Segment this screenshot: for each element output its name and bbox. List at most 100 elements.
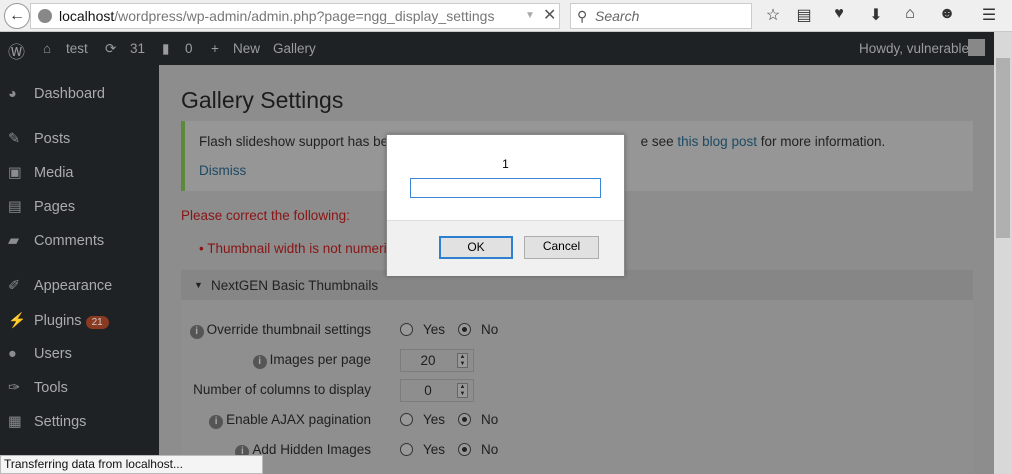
notice-text: Flash slideshow support has bee xyxy=(199,134,396,149)
error-title: Please correct the following: xyxy=(181,208,350,223)
site-link[interactable]: test xyxy=(66,41,88,56)
info-icon[interactable]: i xyxy=(209,415,224,429)
yes-label: Yes xyxy=(423,412,446,427)
bookmark-star-icon[interactable]: ☆ xyxy=(763,5,783,25)
spinner-icon[interactable]: ▲ ▼ xyxy=(457,353,468,368)
sidebar-item-settings[interactable]: ▦ Settings xyxy=(8,414,86,430)
hidden-yes-radio[interactable] xyxy=(400,443,413,456)
url-host: localhost xyxy=(59,8,115,24)
images-per-page-label: Images per page xyxy=(269,352,371,367)
ajax-row: i Enable AJAX pagination Yes No xyxy=(181,409,581,431)
notice-text-end: for more information. xyxy=(756,134,886,149)
columns-input[interactable]: 0 ▲ ▼ xyxy=(400,379,474,402)
prompt-dialog: 1 OK Cancel xyxy=(386,134,625,276)
new-link[interactable]: New xyxy=(233,41,260,56)
menu-icon[interactable]: ☰ xyxy=(979,5,999,25)
error-item: • Thumbnail width is not numeric xyxy=(199,241,394,256)
ajax-no-radio[interactable] xyxy=(458,413,471,426)
updates-icon: ⟳ xyxy=(105,41,117,56)
sidebar-item-label: Comments xyxy=(34,233,105,249)
sidebar-item-label: Settings xyxy=(34,414,87,430)
avatar[interactable] xyxy=(968,39,985,56)
no-label: No xyxy=(481,412,499,427)
sidebar-item-label: Media xyxy=(34,165,74,181)
admin-bar: Ⓦ ⌂ test ⟳ 31 ▮ 0 + New Gallery Howdy, v… xyxy=(0,32,994,65)
dismiss-link[interactable]: Dismiss xyxy=(199,163,246,178)
sidebar-item-posts[interactable]: ✎ Posts xyxy=(8,131,70,147)
images-per-page-row: i Images per page 20 ▲ ▼ xyxy=(181,349,581,372)
section-title: NextGEN Basic Thumbnails xyxy=(211,278,379,293)
sidebar-item-comments[interactable]: ▰ Comments xyxy=(8,233,104,249)
sidebar-item-label: Plugins xyxy=(34,313,82,329)
images-per-page-value: 20 xyxy=(420,353,436,368)
columns-label: Number of columns to display xyxy=(193,382,371,397)
back-button[interactable]: ← xyxy=(4,3,30,29)
override-no-radio[interactable] xyxy=(458,323,471,336)
sidebar-item-label: Users xyxy=(34,346,72,362)
url-bar[interactable]: localhost/wordpress/wp-admin/admin.php?p… xyxy=(30,3,560,29)
search-input[interactable]: ⚲ Search xyxy=(570,3,752,29)
cancel-button[interactable]: Cancel xyxy=(524,236,599,259)
home-icon[interactable]: ⌂ xyxy=(900,5,920,23)
wrench-icon: ✑ xyxy=(8,380,21,396)
no-label: No xyxy=(481,442,499,457)
pages-icon: ▤ xyxy=(8,199,22,215)
scrollbar-thumb[interactable] xyxy=(996,58,1010,238)
howdy-link[interactable]: Howdy, vulnerable xyxy=(859,41,969,56)
pin-icon: ✎ xyxy=(8,131,21,147)
sidebar-item-label: Appearance xyxy=(34,278,113,294)
sidebar-item-label: Dashboard xyxy=(34,86,105,102)
hidden-no-radio[interactable] xyxy=(458,443,471,456)
error-item-text: Thumbnail width is not numeric xyxy=(207,241,394,256)
blog-post-link[interactable]: this blog post xyxy=(677,134,757,149)
wordpress-logo-icon[interactable]: Ⓦ xyxy=(8,38,25,63)
globe-icon xyxy=(38,9,52,23)
pocket-icon[interactable]: ♥ xyxy=(829,5,849,23)
override-label: Override thumbnail settings xyxy=(206,322,371,337)
browser-toolbar: ← localhost/wordpress/wp-admin/admin.php… xyxy=(0,0,1012,32)
brush-icon: ✐ xyxy=(8,278,21,294)
ok-button[interactable]: OK xyxy=(439,236,513,259)
home-icon: ⌂ xyxy=(43,41,52,56)
spinner-icon[interactable]: ▲ ▼ xyxy=(457,383,468,398)
settings-icon: ▦ xyxy=(8,414,22,430)
search-icon: ⚲ xyxy=(577,8,588,24)
override-yes-radio[interactable] xyxy=(400,323,413,336)
sidebar-item-pages[interactable]: ▤ Pages xyxy=(8,199,75,215)
page-title: Gallery Settings xyxy=(181,87,344,113)
yes-label: Yes xyxy=(423,322,446,337)
update-badge: 21 xyxy=(85,316,109,329)
sidebar-item-users[interactable]: ● Users xyxy=(8,346,72,362)
sidebar-item-appearance[interactable]: ✐ Appearance xyxy=(8,278,112,294)
media-icon: ▣ xyxy=(8,165,22,181)
sidebar-item-media[interactable]: ▣ Media xyxy=(8,165,74,181)
sidebar-item-plugins[interactable]: ⚡ Plugins 21 xyxy=(8,312,109,329)
sidebar-item-label: Tools xyxy=(34,380,68,396)
download-icon[interactable]: ⬇ xyxy=(866,5,886,25)
columns-value: 0 xyxy=(424,383,432,398)
collapse-arrow-icon: ▼ xyxy=(194,280,203,290)
reading-list-icon[interactable]: ▤ xyxy=(794,5,814,25)
gallery-link[interactable]: Gallery xyxy=(273,41,316,56)
override-row: i Override thumbnail settings Yes No xyxy=(181,319,581,341)
dropdown-icon[interactable]: ▼ xyxy=(525,4,535,28)
chat-icon[interactable]: ☻ xyxy=(937,5,957,23)
notice-text-mid: e see xyxy=(640,134,678,149)
yes-label: Yes xyxy=(423,442,446,457)
ajax-label: Enable AJAX pagination xyxy=(226,412,371,427)
updates-count[interactable]: 31 xyxy=(130,41,145,56)
no-label: No xyxy=(481,322,499,337)
users-icon: ● xyxy=(8,346,17,362)
sidebar-item-dashboard[interactable]: ◕ Dashboard xyxy=(8,86,105,102)
comments-count[interactable]: 0 xyxy=(185,41,193,56)
dialog-footer: OK Cancel xyxy=(387,220,624,276)
sidebar-item-tools[interactable]: ✑ Tools xyxy=(8,380,68,396)
info-icon[interactable]: i xyxy=(189,325,204,339)
dialog-input[interactable] xyxy=(410,178,601,198)
sidebar-item-label: Pages xyxy=(34,199,76,215)
comment-icon: ▰ xyxy=(8,233,20,249)
close-icon[interactable]: ✕ xyxy=(543,4,556,28)
images-per-page-input[interactable]: 20 ▲ ▼ xyxy=(400,349,474,372)
ajax-yes-radio[interactable] xyxy=(400,413,413,426)
info-icon[interactable]: i xyxy=(252,355,267,369)
